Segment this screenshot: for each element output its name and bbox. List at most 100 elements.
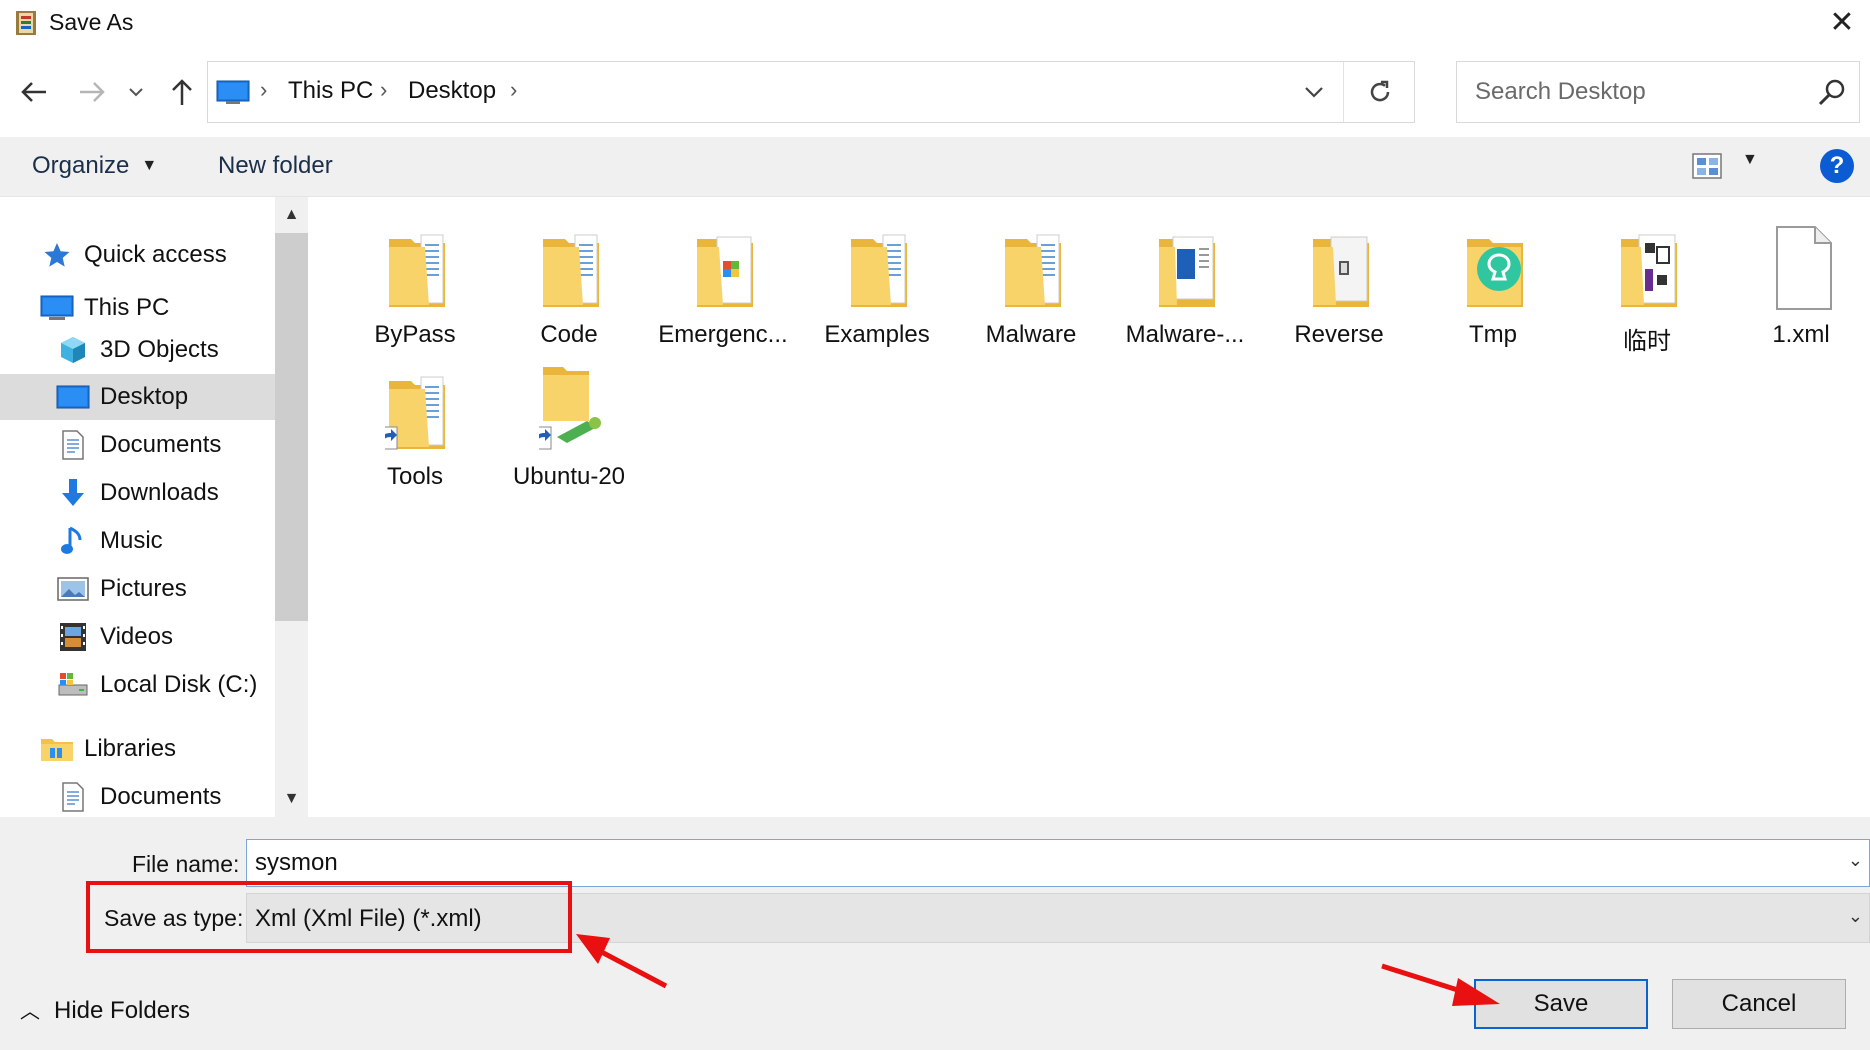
folder-bypass[interactable]: ByPass bbox=[340, 205, 490, 355]
save-button[interactable]: Save bbox=[1474, 979, 1648, 1029]
folder-icon bbox=[1313, 236, 1369, 307]
file-list: ByPass Code Emergenc... Examples Malware… bbox=[310, 197, 1870, 817]
folder-reverse[interactable]: Reverse bbox=[1264, 205, 1414, 355]
folder-icon bbox=[697, 236, 753, 307]
folder-icon bbox=[1159, 236, 1215, 307]
sidebar-item-3d-objects[interactable]: 3D Objects bbox=[56, 327, 219, 373]
file-1-xml[interactable]: 1.xml bbox=[1726, 205, 1870, 355]
file-icon bbox=[1776, 226, 1832, 310]
picture-icon bbox=[56, 574, 90, 604]
save-as-type-label: Save as type: bbox=[104, 905, 244, 931]
forward-arrow-icon[interactable] bbox=[72, 72, 112, 112]
address-bar[interactable]: › This PC › Desktop › bbox=[207, 61, 1415, 123]
folder-malware[interactable]: Malware bbox=[956, 205, 1106, 355]
document-icon bbox=[56, 430, 90, 460]
file-name: Emergenc... bbox=[658, 321, 788, 348]
file-name: Tools bbox=[386, 463, 444, 490]
help-icon[interactable]: ? bbox=[1820, 149, 1854, 183]
search-input[interactable] bbox=[1457, 62, 1797, 122]
sidebar-item-downloads[interactable]: Downloads bbox=[56, 470, 219, 516]
navigation-scrollbar[interactable]: ▲ ▼ bbox=[275, 197, 308, 817]
shortcut-ubuntu-20[interactable]: Ubuntu-20 bbox=[494, 347, 644, 497]
save-as-type-select[interactable]: Xml (Xml File) (*.xml) ⌄ bbox=[246, 893, 1870, 943]
save-as-type-value: Xml (Xml File) (*.xml) bbox=[255, 905, 482, 932]
breadcrumb-this-pc[interactable]: This PC bbox=[288, 77, 373, 105]
sidebar-item-desktop[interactable]: Desktop bbox=[0, 374, 275, 420]
close-icon[interactable]: ✕ bbox=[1814, 0, 1870, 44]
cancel-button[interactable]: Cancel bbox=[1672, 979, 1846, 1029]
organize-label: Organize bbox=[32, 152, 130, 179]
file-name: Tmp bbox=[1469, 321, 1517, 348]
sidebar-item-videos[interactable]: Videos bbox=[56, 614, 173, 660]
folder-icon bbox=[851, 234, 907, 307]
star-icon bbox=[40, 240, 74, 270]
hide-folders-button[interactable]: ︿ Hide Folders bbox=[20, 995, 190, 1025]
up-arrow-icon[interactable] bbox=[162, 72, 202, 112]
sidebar-item-library-documents[interactable]: Documents bbox=[56, 774, 221, 817]
folder-tmp[interactable]: Tmp bbox=[1418, 205, 1568, 355]
file-name: Code bbox=[540, 321, 598, 348]
shortcut-tools[interactable]: Tools bbox=[340, 347, 490, 497]
file-name: 临时 bbox=[1623, 328, 1671, 355]
chevron-down-icon[interactable]: ⌄ bbox=[1848, 850, 1863, 871]
sidebar-item-label: Local Disk (C:) bbox=[100, 671, 258, 698]
chevron-up-icon: ︿ bbox=[20, 1001, 40, 1023]
search-box[interactable] bbox=[1456, 61, 1860, 123]
change-view-icon[interactable] bbox=[1690, 149, 1726, 183]
command-bar: Organize ▼ New folder ▼ ? bbox=[0, 137, 1870, 197]
chevron-down-icon[interactable]: ⌄ bbox=[1848, 906, 1863, 927]
back-arrow-icon[interactable] bbox=[14, 72, 54, 112]
file-name: ByPass bbox=[374, 321, 456, 348]
folder-malware-2[interactable]: Malware-... bbox=[1110, 205, 1260, 355]
new-folder-button[interactable]: New folder bbox=[218, 152, 333, 180]
folder-icon bbox=[1621, 234, 1677, 307]
search-icon[interactable] bbox=[1817, 78, 1847, 108]
sidebar-item-this-pc[interactable]: This PC bbox=[40, 285, 169, 331]
sidebar-item-quick-access[interactable]: Quick access bbox=[40, 232, 227, 278]
organize-button[interactable]: Organize ▼ bbox=[32, 152, 157, 180]
sidebar-item-music[interactable]: Music bbox=[56, 518, 163, 564]
folder-linshi[interactable]: 临时 bbox=[1572, 205, 1722, 355]
refresh-icon[interactable] bbox=[1346, 62, 1414, 122]
file-name: Malware-... bbox=[1125, 321, 1245, 348]
sidebar-item-label: Pictures bbox=[100, 575, 187, 602]
desktop-icon bbox=[56, 382, 90, 412]
chevron-down-icon[interactable] bbox=[122, 72, 150, 112]
breadcrumb-separator: › bbox=[380, 77, 388, 102]
folder-icon bbox=[1005, 234, 1061, 307]
file-name: Malware bbox=[985, 321, 1077, 348]
breadcrumb-separator[interactable]: › bbox=[510, 77, 517, 103]
computer-icon bbox=[40, 293, 74, 323]
library-folder-icon bbox=[40, 734, 74, 764]
sidebar-item-libraries[interactable]: Libraries bbox=[40, 726, 176, 772]
hide-folders-label: Hide Folders bbox=[54, 997, 191, 1024]
sidebar-item-label: This PC bbox=[84, 294, 170, 321]
music-note-icon bbox=[56, 526, 90, 556]
file-name-input[interactable] bbox=[247, 840, 1817, 886]
sidebar-item-label: Quick access bbox=[84, 241, 227, 268]
folder-code[interactable]: Code bbox=[494, 205, 644, 355]
scrollbar-thumb[interactable] bbox=[275, 233, 308, 621]
file-name-field[interactable]: ⌄ bbox=[246, 839, 1870, 887]
caret-down-icon: ▼ bbox=[141, 157, 158, 174]
file-name: Ubuntu-20 bbox=[512, 463, 626, 490]
folder-shortcut-icon bbox=[385, 376, 445, 450]
window-title: Save As bbox=[49, 9, 134, 35]
title-bar: Save As ✕ bbox=[0, 0, 1870, 46]
sidebar-item-label: 3D Objects bbox=[100, 336, 219, 363]
sidebar-item-pictures[interactable]: Pictures bbox=[56, 566, 187, 612]
sidebar-item-label: Music bbox=[100, 527, 163, 554]
sidebar-item-label: Libraries bbox=[84, 735, 177, 762]
breadcrumb-desktop[interactable]: Desktop bbox=[408, 77, 496, 105]
scroll-down-icon[interactable]: ▼ bbox=[275, 781, 308, 817]
network-shortcut-icon bbox=[539, 367, 601, 450]
file-name: Reverse bbox=[1294, 321, 1384, 348]
sidebar-item-local-disk[interactable]: Local Disk (C:) bbox=[56, 662, 257, 708]
view-options-dropdown-icon[interactable]: ▼ bbox=[1742, 151, 1758, 169]
scroll-up-icon[interactable]: ▲ bbox=[275, 197, 308, 233]
address-dropdown-icon[interactable] bbox=[1284, 62, 1344, 122]
folder-examples[interactable]: Examples bbox=[802, 205, 952, 355]
sidebar-item-documents[interactable]: Documents bbox=[56, 422, 221, 468]
folder-emergency[interactable]: Emergenc... bbox=[648, 205, 798, 355]
folder-icon bbox=[389, 234, 445, 307]
